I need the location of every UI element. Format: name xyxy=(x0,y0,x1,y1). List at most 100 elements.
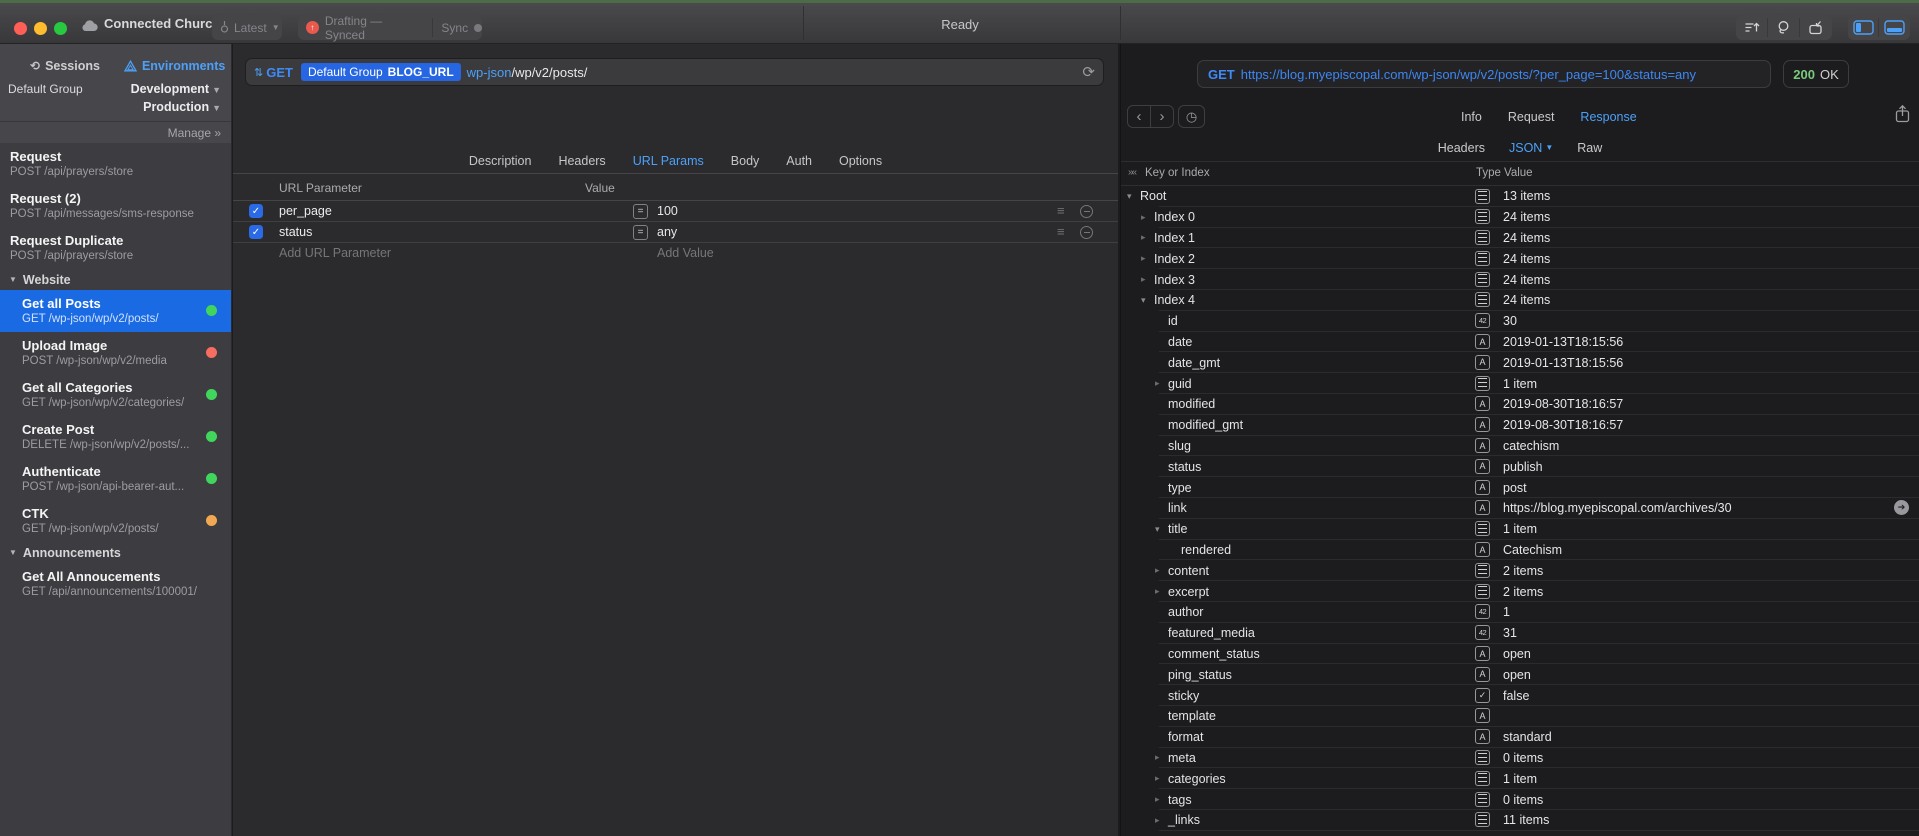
disclosure-triangle[interactable]: ▸ xyxy=(1141,274,1154,285)
json-tree-row[interactable]: status A publish xyxy=(1121,456,1919,477)
request-group-header[interactable]: ▼ Announcements xyxy=(0,542,231,563)
response-tab[interactable]: Request xyxy=(1508,110,1555,124)
disclosure-triangle[interactable]: ▸ xyxy=(1141,232,1154,243)
json-tree-row[interactable]: ▸ Index 2 24 items xyxy=(1121,248,1919,269)
json-tree-row[interactable]: ▸ categories 1 item xyxy=(1121,768,1919,789)
disclosure-triangle[interactable]: ▸ xyxy=(1155,815,1168,826)
param-name-field[interactable]: per_page xyxy=(279,204,332,218)
disclosure-triangle[interactable]: ▾ xyxy=(1155,524,1168,535)
json-tree-row[interactable]: sticky ✓ false xyxy=(1121,685,1919,706)
json-tree-row[interactable]: comment_status A open xyxy=(1121,644,1919,665)
param-checkbox[interactable]: ✓ xyxy=(249,225,263,239)
sync-button[interactable]: Sync xyxy=(441,21,468,35)
disclosure-triangle[interactable]: ▾ xyxy=(1141,295,1154,306)
disclosure-triangle[interactable]: ▼ xyxy=(9,275,17,284)
json-tree-row[interactable]: ▸ excerpt 2 items xyxy=(1121,581,1919,602)
manage-environments-link[interactable]: Manage » xyxy=(168,126,221,140)
disclosure-triangle[interactable]: ▸ xyxy=(1155,565,1168,576)
export-share-button[interactable] xyxy=(1894,104,1911,124)
json-tree-row[interactable]: id 42 30 xyxy=(1121,311,1919,332)
disclosure-triangle[interactable]: ▸ xyxy=(1155,378,1168,389)
send-refresh-icon[interactable]: ⟳ xyxy=(1082,63,1095,81)
param-value-field[interactable]: any xyxy=(657,225,677,239)
request-list-item[interactable]: Request POST /api/prayers/store xyxy=(0,143,231,185)
latest-milestone-button[interactable]: Latest ▼ xyxy=(212,15,282,40)
json-tree-row[interactable]: author 42 1 xyxy=(1121,602,1919,623)
response-tab[interactable]: Response xyxy=(1580,110,1636,124)
disclosure-triangle[interactable]: ▸ xyxy=(1141,212,1154,223)
response-view-tab[interactable]: JSON ▼ xyxy=(1509,141,1553,155)
lasso-icon[interactable] xyxy=(1768,15,1799,40)
remove-param-icon[interactable] xyxy=(1080,205,1093,218)
zoom-button[interactable] xyxy=(54,22,67,35)
environment-production[interactable]: Production ▼ xyxy=(143,100,221,114)
url-path[interactable]: /wp/v2/posts/ xyxy=(511,65,587,80)
json-tree-row[interactable]: ▾ Index 4 24 items xyxy=(1121,290,1919,311)
minimize-button[interactable] xyxy=(34,22,47,35)
tab-environments[interactable]: Environments xyxy=(123,59,225,73)
url-dynamic-part[interactable]: wp-json xyxy=(467,65,512,80)
response-view-tab[interactable]: Headers xyxy=(1438,141,1485,155)
disclosure-triangle[interactable]: ▸ xyxy=(1155,752,1168,763)
json-tree-row[interactable]: date A 2019-01-13T18:15:56 xyxy=(1121,332,1919,353)
json-tree-row[interactable]: modified_gmt A 2019-08-30T18:16:57 xyxy=(1121,415,1919,436)
drag-handle-icon[interactable]: ≡ xyxy=(1057,203,1065,218)
add-url-parameter-button[interactable]: Add URL Parameter xyxy=(279,246,391,260)
collapse-all-icon[interactable]: »« xyxy=(1128,167,1137,178)
request-url-field[interactable]: ⇅ GET Default Group BLOG_URL wp-json /wp/… xyxy=(245,58,1104,86)
json-tree-row[interactable]: modified A 2019-08-30T18:16:57 xyxy=(1121,394,1919,415)
disclosure-triangle[interactable]: ▾ xyxy=(1127,191,1140,202)
json-tree-row[interactable]: ▸ Index 1 24 items xyxy=(1121,228,1919,249)
response-tab[interactable]: Info xyxy=(1461,110,1482,124)
json-tree-row[interactable]: ▸ meta 0 items xyxy=(1121,748,1919,769)
request-list-item[interactable]: CTK GET /wp-json/wp/v2/posts/ xyxy=(0,500,231,542)
json-tree-row[interactable]: template A xyxy=(1121,706,1919,727)
disclosure-triangle[interactable]: ▸ xyxy=(1155,794,1168,805)
history-clock-button[interactable]: ◷ xyxy=(1178,105,1205,128)
import-box-icon[interactable] xyxy=(1800,15,1831,40)
json-tree-row[interactable]: rendered A Catechism xyxy=(1121,540,1919,561)
environment-development[interactable]: Development ▼ xyxy=(131,82,221,96)
request-list-item[interactable]: Get All Annoucements GET /api/announceme… xyxy=(0,563,231,605)
method-stepper-icon[interactable]: ⇅ xyxy=(254,66,263,79)
json-tree-row[interactable]: ▸ tags 0 items xyxy=(1121,789,1919,810)
request-list-item[interactable]: Request Duplicate POST /api/prayers/stor… xyxy=(0,227,231,269)
sort-requests-button[interactable] xyxy=(1736,15,1767,40)
request-tab[interactable]: Auth xyxy=(786,154,812,168)
request-list-item[interactable]: Authenticate POST /wp-json/api-bearer-au… xyxy=(0,458,231,500)
response-url-bar[interactable]: GET https://blog.myepiscopal.com/wp-json… xyxy=(1197,60,1771,88)
open-link-icon[interactable]: ➔ xyxy=(1894,500,1909,516)
json-tree-row[interactable]: ▸ content 2 items xyxy=(1121,560,1919,581)
json-tree-row[interactable]: featured_media 42 31 xyxy=(1121,623,1919,644)
environment-variable-token[interactable]: Default Group BLOG_URL xyxy=(300,63,461,81)
response-view-tab[interactable]: Raw xyxy=(1577,141,1602,155)
tab-sessions[interactable]: ⟲ Sessions xyxy=(30,59,100,73)
request-tab[interactable]: Headers xyxy=(558,154,605,168)
request-list-item[interactable]: Get all Posts GET /wp-json/wp/v2/posts/ xyxy=(0,290,231,332)
request-list-item[interactable]: Upload Image POST /wp-json/wp/v2/media xyxy=(0,332,231,374)
left-panel-layout-icon[interactable] xyxy=(1848,15,1878,40)
disclosure-triangle[interactable]: ▸ xyxy=(1155,773,1168,784)
request-tab[interactable]: Options xyxy=(839,154,882,168)
json-tree-row[interactable]: ▸ Index 0 24 items xyxy=(1121,207,1919,228)
json-tree-row[interactable]: link A https://blog.myepiscopal.com/arch… xyxy=(1121,498,1919,519)
drag-handle-icon[interactable]: ≡ xyxy=(1057,224,1065,239)
request-list-item[interactable]: Get all Categories GET /wp-json/wp/v2/ca… xyxy=(0,374,231,416)
json-tree-row[interactable]: slug A catechism xyxy=(1121,436,1919,457)
json-tree-row[interactable]: ping_status A open xyxy=(1121,664,1919,685)
request-list-item[interactable]: Create Post DELETE /wp-json/wp/v2/posts/… xyxy=(0,416,231,458)
json-tree-row[interactable]: ▸ guid 1 item xyxy=(1121,373,1919,394)
request-tab[interactable]: Description xyxy=(469,154,532,168)
request-method[interactable]: GET xyxy=(266,65,293,80)
json-tree-row[interactable]: ▾ title 1 item xyxy=(1121,519,1919,540)
json-tree-row[interactable]: format A standard xyxy=(1121,727,1919,748)
disclosure-triangle[interactable]: ▸ xyxy=(1141,253,1154,264)
json-tree-row[interactable]: ▸ _links 11 items xyxy=(1121,810,1919,831)
close-button[interactable] xyxy=(14,22,27,35)
param-value-field[interactable]: 100 xyxy=(657,204,678,218)
param-checkbox[interactable]: ✓ xyxy=(249,204,263,218)
json-tree-row[interactable]: type A post xyxy=(1121,477,1919,498)
remove-param-icon[interactable] xyxy=(1080,226,1093,239)
disclosure-triangle[interactable]: ▸ xyxy=(1155,586,1168,597)
request-tab[interactable]: URL Params xyxy=(633,154,704,168)
